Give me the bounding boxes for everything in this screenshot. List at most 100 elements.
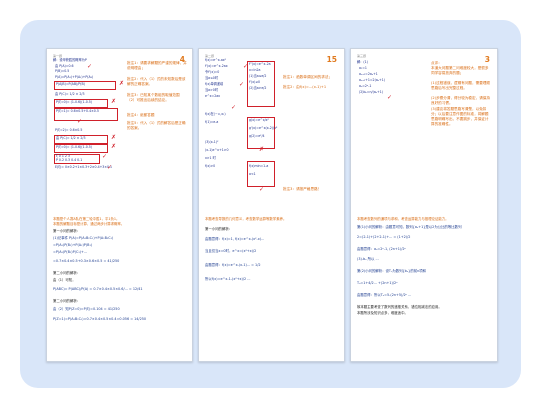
cross-mark-icon: ✗ [111, 143, 117, 150]
cross-mark-icon: ✗ [119, 80, 125, 87]
solution-text: 本题是个人赛A队在第二轮中胜1，平1负1。 [53, 217, 120, 221]
page-header: 第三题 [357, 54, 367, 58]
handwritten-line: 解：(1) [357, 60, 368, 64]
handwritten-line: P(B)=0.5 [55, 69, 70, 73]
solution-text: 由（2）知P(Z=0)=P(ξ)=0.104 = 41/250 [53, 307, 120, 311]
handwritten-line: a₁=1 [359, 66, 367, 70]
handwritten-line: aₙ=2ⁿ-1 [359, 84, 372, 88]
check-mark-icon: ✓ [231, 104, 237, 111]
solution-text: 2=(2-1)+(2+2-1)+... = (1+2)/2 [357, 235, 411, 239]
solution-text: 由题意得：aₙ=2ⁿ-1, (2n+1)/2ⁿ [357, 247, 406, 251]
handwritten-line: P(ξ=1)= 0.6×0.5+0.4×0.5 [56, 109, 99, 113]
handwritten-line: (1)当a≤e/2 [249, 74, 267, 78]
handwritten-line: g(2)=e²/4 [249, 134, 265, 138]
comment-2: 批注2：由f(x)=...(x-1)+1 [283, 85, 327, 89]
handwritten-line: g'(x)=e^x(x-2)/x³ [249, 126, 278, 130]
solution-text: 第(2)小问的解析：设Tₙ为数列{bₙ}的前n项和 [357, 269, 427, 273]
cross-mark-icon: ✗ [111, 134, 117, 141]
answer-sheet-page-3: 第三题 3 解：(1) a₁=1 aₙ₊₁=2aₙ+1 aₙ₊₁+1=2(aₙ+… [350, 48, 498, 362]
solution-text: 第(1)小问的解析：由题意可知，数列{aₙ+1}是以2为公比的等比数列 [357, 225, 462, 229]
handwritten-line: x>1 时 [205, 156, 216, 160]
solution-text: 由题意得：f(x)=1, f(x)=e^x-(x²-x)... [205, 237, 265, 241]
solution-text: 当且仅当x=0时，e^x=(x²+x)/2 [205, 249, 257, 253]
answer-sheet-page-2: 第二题 15 f(x)=e^x-ax² f'(x)=e^x-2ax ✓ 令f'(… [198, 48, 345, 362]
handwritten-line: 解：设甲获胜的概率为P [53, 58, 87, 62]
comment-5: 批注5：代入（1）式的解答后是正确的答案。 [127, 121, 186, 130]
review-note-1: 本道大问题第二问难度较大，是很多同学容易放弃的题； [431, 66, 489, 75]
answer-sheet-page-1: 第一题 4 解：设甲获胜的概率为P 由 P(A)=0.6 ✓ P(B)=0.5 … [46, 48, 193, 362]
check-mark-icon: ✓ [259, 186, 265, 193]
comment-1: 批注1：请要求解题的严谨的规律，并说明理由； [127, 61, 187, 70]
check-mark-icon: ✓ [87, 63, 93, 70]
solution-text: =0.7×0.4×0.5+0.3×0.6×0.5 = 41/250 [53, 259, 120, 263]
solution-text: 本题考查导数的几何意义，考查数学运算等数学素养。 [205, 217, 287, 221]
cross-mark-icon: ✗ [259, 146, 265, 153]
handwritten-line: f(x)>0 [205, 164, 216, 168]
solution-text: P(ABC)= P(ABC)/P(A) = 0.7×0.4×0.5×0.6/..… [53, 287, 143, 291]
handwritten-line: 当a>0时 [205, 88, 219, 92]
solution-text: 本题所涉及知识点多，难度适中。 [357, 311, 408, 315]
comment-3: 批注3：已知某个数组的取值范围（2）可推出后续的结论。 [127, 93, 180, 102]
handwritten-line: x=ln2a [249, 68, 261, 72]
solution-text: 由题意得：所以Tₙ=5-(2n+5)/2ⁿ ... [357, 293, 412, 297]
handwritten-line: f'(x)=e^x-2ax [205, 64, 228, 68]
handwritten-line: f(x)在(−∞,x₁) [205, 112, 226, 116]
handwritten-line: (2)bₙ=n/(aₙ+1) [359, 90, 383, 94]
solution-text: 第二小问的解析： [53, 299, 81, 303]
review-note-3: (2)步骤分清，得分较为稳定，请保持良好的习惯。 [431, 96, 490, 105]
handwritten-line: P 0.2 0.3 0.4 0.1 [56, 158, 83, 162]
solution-text: 第二小问的解析： [53, 271, 81, 275]
check-mark-icon: ✓ [77, 118, 83, 125]
handwritten-line: 由 P(C)= 1/2 × 2/3 [56, 136, 86, 140]
solution-text: P(Z=1)=P(A₁B₁C₁)=0.7×0.4×0.5×0.4=0.056 =… [53, 317, 147, 321]
solution-text: (1)记事件 P(A)=P(A₁B₁C₁)+P(A₁B₂C₁) [53, 236, 114, 240]
handwritten-line: f(1)=e-a [205, 120, 219, 124]
handwritten-line: aₙ₊₁=2aₙ+1 [359, 72, 378, 76]
handwritten-line: 由 P(C)= 1/2 × 2/3 [55, 92, 85, 96]
handwritten-line: E(ξ)= 0×0.2+1×0.3+2×0.4+3×0.1 [55, 165, 113, 169]
check-mark-icon: ✓ [107, 164, 113, 171]
handwritten-line: P(A|B)=P(AB)/P(B) [56, 82, 85, 86]
handwritten-line: P(ξ=2)= 0.6×0.5 [55, 128, 83, 132]
handwritten-line: (x-1)e^x+1>0 [205, 148, 229, 152]
cross-mark-icon: ✗ [111, 98, 117, 105]
handwritten-line: aₙ₊₁+1=2(aₙ+1) [359, 78, 385, 82]
handwritten-line: g(x)=e^x/x² [249, 118, 269, 122]
page-score: 15 [326, 55, 337, 64]
comment-4: 批注4：纸都答题 [127, 113, 155, 117]
review-note-4: (3)建议将答题思路写清楚，以免扣分；以后要注意作图的标准，将解题思路明确写出，… [431, 107, 489, 126]
handwritten-line: f(x)单调递增 [205, 82, 224, 86]
solution-text: Tₙ=1+4/2... +(2n+1)/2ⁿ [357, 281, 398, 285]
solution-text: 由（1）可知， [53, 278, 76, 282]
handwritten-line: a<1 [249, 172, 256, 176]
solution-text: 第一小问的解析： [205, 227, 233, 231]
handwritten-line: f''(x)=e^x-2a [249, 62, 271, 66]
comment-2: 批注2：代入（1）式的未知数后是该解的正确答案。 [127, 77, 186, 86]
handwritten-line: P(ξ=0)= (1-0.6)(1-0.5) [56, 145, 93, 149]
solution-text: 本题考查数列的通项与求和，考查运算能力与推理论证能力。 [357, 217, 449, 221]
handwritten-line: P(ξ=0)= (1-0.6)(1-0.5) [56, 100, 93, 104]
handwritten-line: 令f'(x)=0 [205, 70, 220, 74]
solution-text: 由题意得：f(x)=e^x-(x-1)... = 1/2 [205, 263, 261, 267]
solution-text: =P(A₁)P(B₁)+P(A₂)P(B₁) [53, 243, 93, 247]
check-mark-icon: ✓ [239, 81, 245, 88]
handwritten-line: 当a≤0时 [205, 76, 219, 80]
comment-1: 批注1：函数单调区间的求法； [283, 75, 333, 79]
handwritten-line: e^x=2ax [205, 94, 221, 98]
solution-text: 故本题主要考查了数列的递推关系，错位相减法的应用。 [357, 305, 442, 309]
handwritten-line: f'(x)≥0 [249, 80, 261, 84]
handwritten-line: (3)(x-1)² [205, 140, 219, 144]
check-mark-icon: ✓ [387, 94, 393, 101]
handwritten-line: f(x)min=1-a [249, 164, 269, 168]
handwritten-line: f(x)=e^x-ax² [205, 58, 226, 62]
solution-text: (3)-bₙ 所以 ... [357, 257, 379, 261]
handwritten-line: (2)当a>e/2 [249, 86, 267, 90]
handwritten-line: P(A)=P(A₁)+P(A₂)+P(A₃) [55, 75, 94, 79]
check-mark-icon: ✓ [102, 153, 108, 160]
review-note-2: (1)过程错误，逻辑有问题，需要理顺思路后写出完整过程。 [431, 81, 490, 90]
solution-text: 本题的解题目标是计算，通过两步计算求概率。 [53, 222, 125, 226]
solution-text: =P(A₁)P(B₁)P(C₁)+... [53, 250, 88, 254]
solution-text: 所以f(x)=e^x-1-(x²+x)/2 ... [205, 277, 251, 281]
comment-3: 批注3：请按严格思路！ [283, 187, 322, 191]
solution-text: 第一小问的解析： [53, 229, 81, 233]
